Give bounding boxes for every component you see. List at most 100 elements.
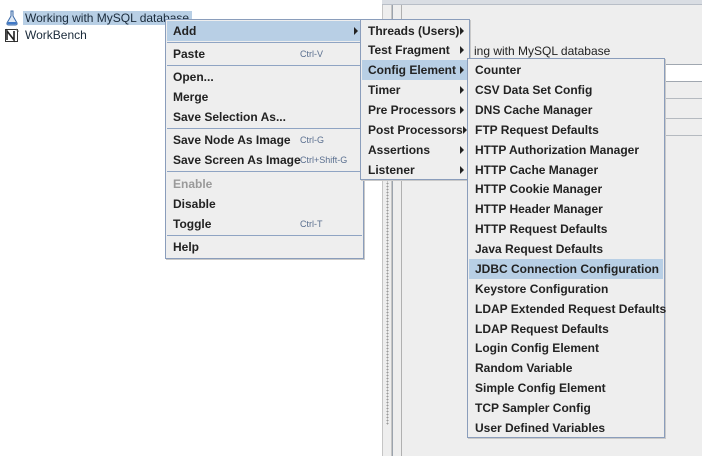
menu-item-add[interactable]: Add [167, 21, 362, 41]
menu-item-label: Paste [173, 47, 206, 61]
menu-separator [167, 65, 362, 66]
menu-item-toggle[interactable]: Toggle Ctrl-T [167, 214, 362, 234]
editor-divider [664, 98, 702, 99]
menu-item-label: LDAP Extended Request Defaults [475, 302, 667, 316]
submenu-arrow-icon [354, 27, 358, 35]
submenu-arrow-icon [460, 66, 464, 74]
menu-item-listener[interactable]: Listener [362, 160, 468, 180]
menu-separator [167, 171, 362, 172]
menu-item-http-cache-manager[interactable]: HTTP Cache Manager [469, 160, 663, 180]
menu-item-keystore-configuration[interactable]: Keystore Configuration [469, 279, 663, 299]
menu-item-save-selection[interactable]: Save Selection As... [167, 107, 362, 127]
menu-item-ldap-request-defaults[interactable]: LDAP Request Defaults [469, 319, 663, 339]
tree-node-test-plan[interactable]: Working with MySQL database [4, 9, 193, 27]
menu-item-label: Timer [368, 83, 401, 97]
config-element-submenu: Counter CSV Data Set Config DNS Cache Ma… [467, 58, 667, 438]
menu-separator [167, 128, 362, 129]
menu-item-enable: Enable [167, 174, 362, 194]
menu-item-merge[interactable]: Merge [167, 87, 362, 107]
menu-item-random-variable[interactable]: Random Variable [469, 358, 663, 378]
menu-item-label: Random Variable [475, 361, 573, 375]
menu-item-label: User Defined Variables [475, 421, 606, 435]
menu-item-label: Save Node As Image [173, 133, 291, 147]
menu-item-login-config-element[interactable]: Login Config Element [469, 338, 663, 358]
tree-context-menu: Add Paste Ctrl-V Open... Merge Save Sele… [165, 19, 364, 259]
menu-item-label: Enable [173, 177, 213, 191]
menu-item-jdbc-connection-configuration[interactable]: JDBC Connection Configuration [469, 259, 663, 279]
menu-item-timer[interactable]: Timer [362, 80, 468, 100]
menu-item-open[interactable]: Open... [167, 67, 362, 87]
menu-item-ldap-extended-request-defaults[interactable]: LDAP Extended Request Defaults [469, 299, 667, 319]
shortcut-label: Ctrl-G [300, 135, 324, 145]
menu-item-label: Merge [173, 90, 209, 104]
menu-separator [167, 235, 362, 236]
menu-item-label: Config Element [368, 63, 457, 77]
menu-item-label: HTTP Header Manager [475, 202, 603, 216]
menu-item-label: Help [173, 240, 200, 254]
menu-item-simple-config-element[interactable]: Simple Config Element [469, 378, 663, 398]
tree-node-workbench[interactable]: WorkBench [4, 26, 89, 44]
menu-item-java-request-defaults[interactable]: Java Request Defaults [469, 239, 663, 259]
menu-item-http-authorization-manager[interactable]: HTTP Authorization Manager [469, 140, 663, 160]
menu-item-ftp-request-defaults[interactable]: FTP Request Defaults [469, 120, 663, 140]
menu-item-http-cookie-manager[interactable]: HTTP Cookie Manager [469, 179, 663, 199]
editor-comments-field[interactable] [664, 64, 702, 82]
menu-item-label: LDAP Request Defaults [475, 322, 609, 336]
menu-item-help[interactable]: Help [167, 237, 362, 257]
menu-item-label: Add [173, 24, 197, 38]
menu-item-threads[interactable]: Threads (Users) [362, 21, 468, 41]
tree-node-label: WorkBench [25, 28, 87, 42]
menu-item-label: Keystore Configuration [475, 282, 609, 296]
menu-item-config-element[interactable]: Config Element [362, 60, 468, 80]
menu-item-save-node-image[interactable]: Save Node As Image Ctrl-G [167, 130, 362, 150]
menu-item-label: Simple Config Element [475, 381, 606, 395]
menu-item-pre-processors[interactable]: Pre Processors [362, 100, 468, 120]
menu-item-label: Counter [475, 63, 521, 77]
menu-item-label: FTP Request Defaults [475, 123, 599, 137]
menu-item-label: Threads (Users) [368, 24, 460, 38]
menu-item-label: Save Selection As... [173, 110, 286, 124]
submenu-arrow-icon [460, 106, 464, 114]
menu-item-label: HTTP Request Defaults [475, 222, 608, 236]
menu-item-user-defined-variables[interactable]: User Defined Variables [469, 418, 663, 438]
menu-item-label: Login Config Element [475, 341, 599, 355]
menu-item-label: HTTP Cache Manager [475, 163, 599, 177]
menu-item-label: Java Request Defaults [475, 242, 604, 256]
menu-item-csv-data-set-config[interactable]: CSV Data Set Config [469, 80, 663, 100]
menu-item-save-screen-image[interactable]: Save Screen As Image Ctrl+Shift-G [167, 150, 362, 170]
menu-item-counter[interactable]: Counter [469, 60, 663, 80]
submenu-arrow-icon [460, 27, 464, 35]
editor-section-box [664, 118, 702, 136]
shortcut-label: Ctrl+Shift-G [300, 155, 348, 165]
menu-item-label: Pre Processors [368, 103, 457, 117]
menu-item-label: Test Fragment [368, 43, 450, 57]
menu-item-label: Save Screen As Image [173, 153, 301, 167]
submenu-arrow-icon [460, 86, 464, 94]
menu-item-label: JDBC Connection Configuration [475, 262, 659, 276]
submenu-arrow-icon [460, 46, 464, 54]
menu-item-label: Listener [368, 163, 415, 177]
menu-item-label: HTTP Cookie Manager [475, 182, 603, 196]
menu-item-label: CSV Data Set Config [475, 83, 593, 97]
menu-item-paste[interactable]: Paste Ctrl-V [167, 44, 362, 64]
menu-item-label: DNS Cache Manager [475, 103, 593, 117]
submenu-arrow-icon [460, 146, 464, 154]
menu-item-http-request-defaults[interactable]: HTTP Request Defaults [469, 219, 663, 239]
menu-item-post-processors[interactable]: Post Processors [362, 120, 468, 140]
menu-item-test-fragment[interactable]: Test Fragment [362, 40, 468, 60]
shortcut-label: Ctrl-T [300, 219, 323, 229]
add-submenu: Threads (Users) Test Fragment Config Ele… [360, 19, 470, 180]
menu-item-label: Post Processors [368, 123, 463, 137]
editor-name-field-value: ing with MySQL database [474, 44, 611, 58]
workbench-icon [4, 27, 20, 43]
test-plan-icon [4, 10, 20, 26]
menu-item-dns-cache-manager[interactable]: DNS Cache Manager [469, 100, 663, 120]
menu-item-tcp-sampler-config[interactable]: TCP Sampler Config [469, 398, 663, 418]
menu-item-assertions[interactable]: Assertions [362, 140, 468, 160]
menu-item-label: Open... [173, 70, 214, 84]
shortcut-label: Ctrl-V [300, 49, 323, 59]
menu-item-label: Disable [173, 197, 216, 211]
menu-item-label: Toggle [173, 217, 212, 231]
menu-item-http-header-manager[interactable]: HTTP Header Manager [469, 199, 663, 219]
menu-item-disable[interactable]: Disable [167, 194, 362, 214]
